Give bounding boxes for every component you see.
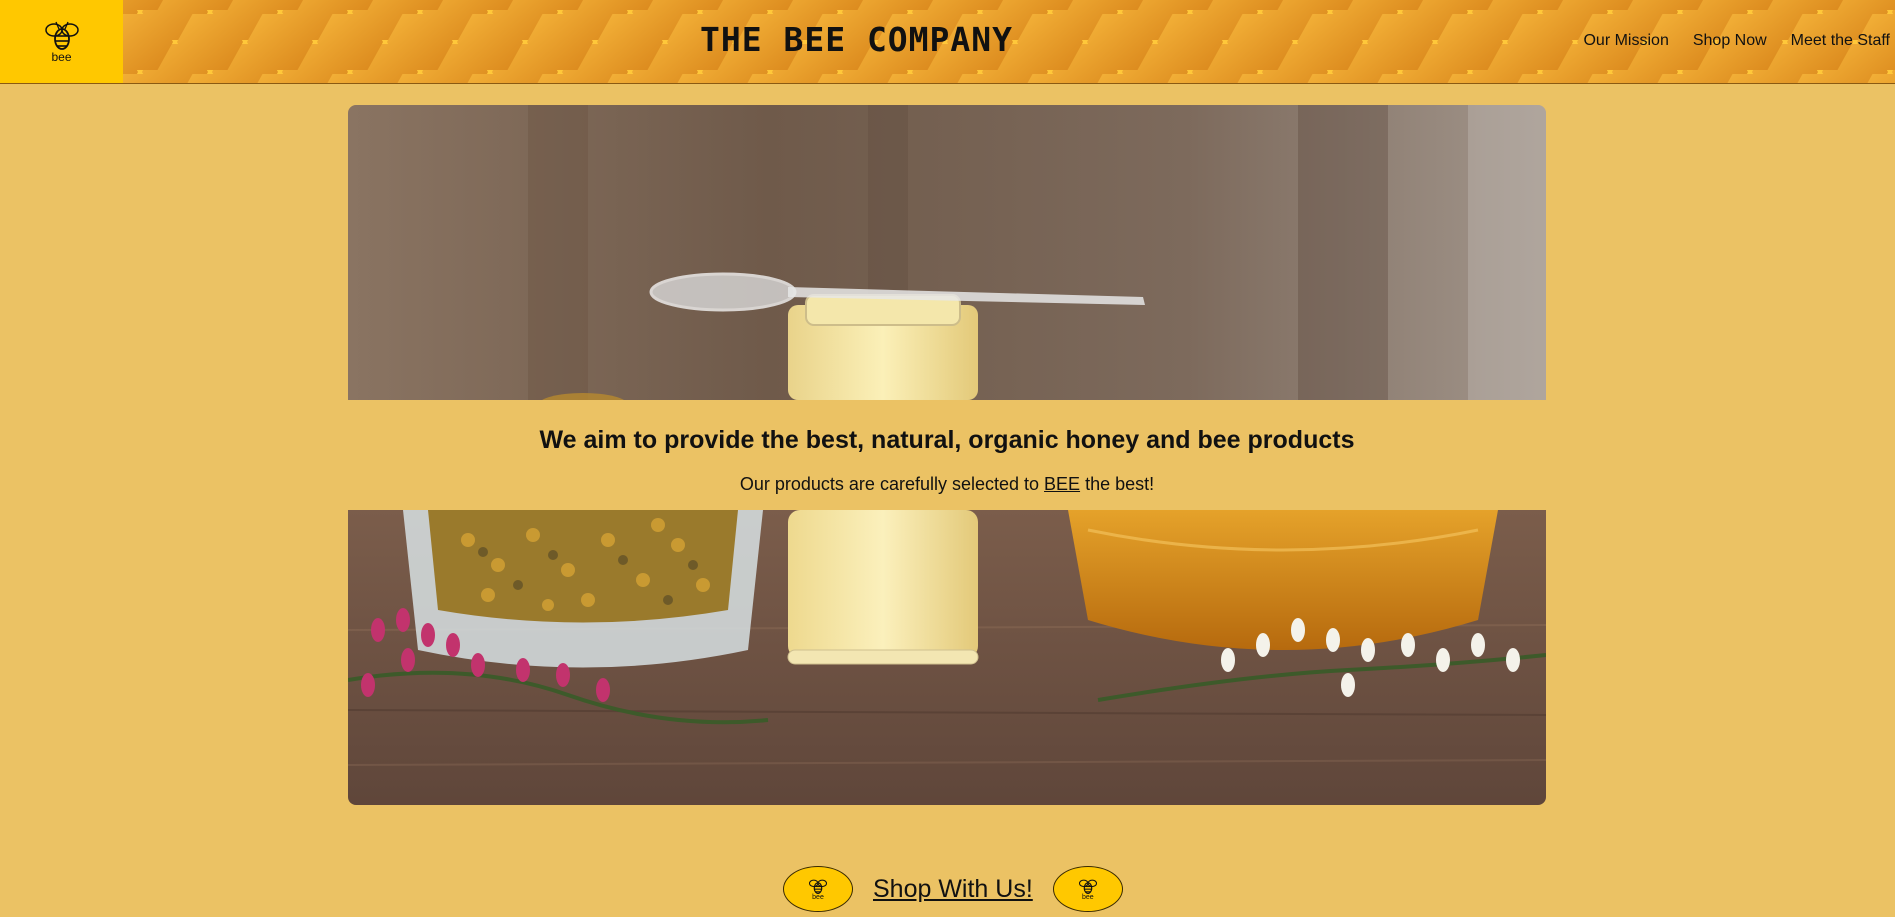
shop-cta: bee Shop With Us! bee — [783, 866, 1123, 912]
hero-sub-text-before: Our products are carefully selected to — [739, 474, 1045, 494]
badge-text: bee — [812, 893, 824, 901]
hero-sub-emphasis: BEE — [1044, 474, 1081, 494]
site-header: bee THE BEE COMPANY Our Mission Shop Now… — [0, 0, 1895, 84]
hero-image-top — [348, 105, 1546, 400]
hero-sub-text-after: the best! — [1080, 474, 1155, 494]
hero-banner: We aim to provide the best, natural, org… — [348, 105, 1546, 805]
site-title: THE BEE COMPANY — [700, 20, 1014, 59]
bee-badge-right[interactable]: bee — [1052, 866, 1123, 912]
hero-caption: We aim to provide the best, natural, org… — [348, 400, 1546, 510]
nav-link-shop-now[interactable]: Shop Now — [1693, 32, 1767, 50]
hero-heading: We aim to provide the best, natural, org… — [539, 426, 1355, 454]
hero-subheading: Our products are carefully selected to B… — [348, 474, 1546, 495]
bee-badge-left[interactable]: bee — [783, 866, 853, 912]
nav-link-our-mission[interactable]: Our Mission — [1583, 32, 1668, 50]
logo[interactable]: bee — [0, 0, 123, 83]
bee-icon — [1078, 879, 1097, 894]
bee-icon — [808, 879, 828, 894]
nav-link-meet-the-staff[interactable]: Meet the Staff — [1791, 32, 1890, 50]
main-nav: Our Mission Shop Now Meet the Staff — [1583, 32, 1895, 50]
badge-text: bee — [1081, 893, 1094, 901]
bee-icon — [44, 21, 79, 50]
shop-with-us-link[interactable]: Shop With Us! — [873, 875, 1033, 904]
logo-text: bee — [51, 50, 72, 64]
hero-image-bottom — [348, 510, 1546, 805]
